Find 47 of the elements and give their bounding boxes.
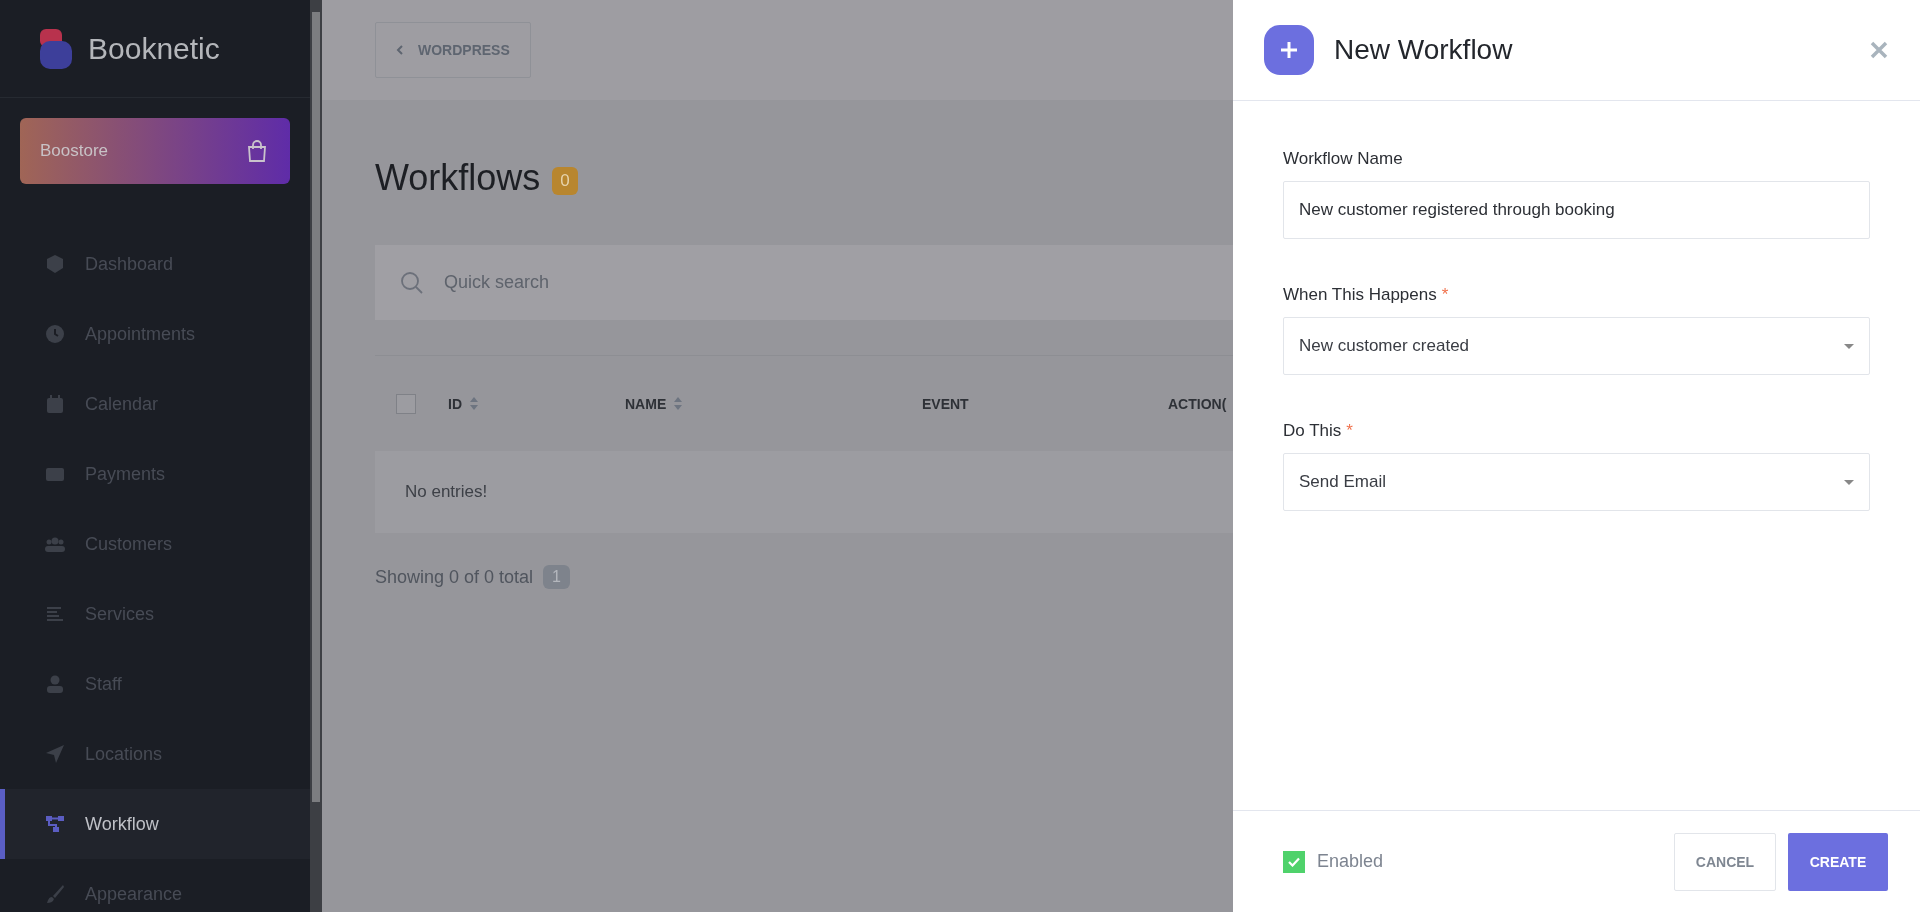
scrollbar[interactable] <box>310 0 322 912</box>
close-icon[interactable] <box>1870 41 1888 59</box>
panel-title: New Workflow <box>1334 34 1514 66</box>
shopping-bag-icon <box>246 139 268 163</box>
search-field[interactable]: Quick search <box>375 245 1233 320</box>
text-field[interactable]: New customer registered through booking <box>1283 181 1870 239</box>
field-label: Workflow Name <box>1283 149 1403 169</box>
select-all-checkbox[interactable] <box>396 393 416 414</box>
enabled-checkbox[interactable] <box>1283 850 1305 873</box>
person-icon <box>45 674 65 694</box>
sidebar-item[interactable]: Workflow <box>0 789 310 859</box>
pagination-summary: Showing 0 of 0 total <box>375 566 534 588</box>
checkbox-label: Enabled <box>1317 851 1384 872</box>
chevron-left-icon <box>396 45 404 55</box>
field-label: When This Happens <box>1283 285 1437 305</box>
page-title: Workflows <box>375 156 541 199</box>
empty-message: No entries! <box>405 482 488 502</box>
clock-icon <box>45 324 65 344</box>
cancel-button[interactable]: CANCEL <box>1674 832 1776 891</box>
search-icon <box>400 271 424 295</box>
required-mark: * <box>1441 285 1449 305</box>
lines-icon <box>45 604 65 624</box>
count-badge: 0 <box>552 166 578 195</box>
logo-text: Booknetic <box>88 31 220 66</box>
required-mark: * <box>1346 421 1353 441</box>
column-header: EVENT <box>922 395 970 412</box>
store-button[interactable]: Boostore <box>20 118 290 184</box>
plus-icon <box>1264 25 1314 75</box>
column-header: ACTION( <box>1168 395 1227 412</box>
cube-icon <box>45 254 65 274</box>
workflow-icon <box>45 814 65 834</box>
dropdown[interactable]: Send Email <box>1283 453 1870 511</box>
logo-icon <box>40 28 72 69</box>
dropdown[interactable]: New customer created <box>1283 317 1870 375</box>
navigation-arrow-icon <box>45 744 65 764</box>
brush-icon <box>45 884 65 904</box>
calendar-icon <box>45 394 65 414</box>
field-label: Do This <box>1283 421 1342 441</box>
column-header[interactable]: ID <box>448 395 625 412</box>
sort-icon <box>470 397 478 410</box>
create-button[interactable]: CREATE <box>1788 832 1888 891</box>
sort-icon <box>674 397 683 410</box>
back-button[interactable]: WORDPRESS <box>375 22 531 78</box>
checkmark-icon <box>1288 856 1300 867</box>
caret-icon <box>1844 343 1854 349</box>
column-header[interactable]: NAME <box>625 395 922 412</box>
caret-icon <box>1844 479 1854 485</box>
